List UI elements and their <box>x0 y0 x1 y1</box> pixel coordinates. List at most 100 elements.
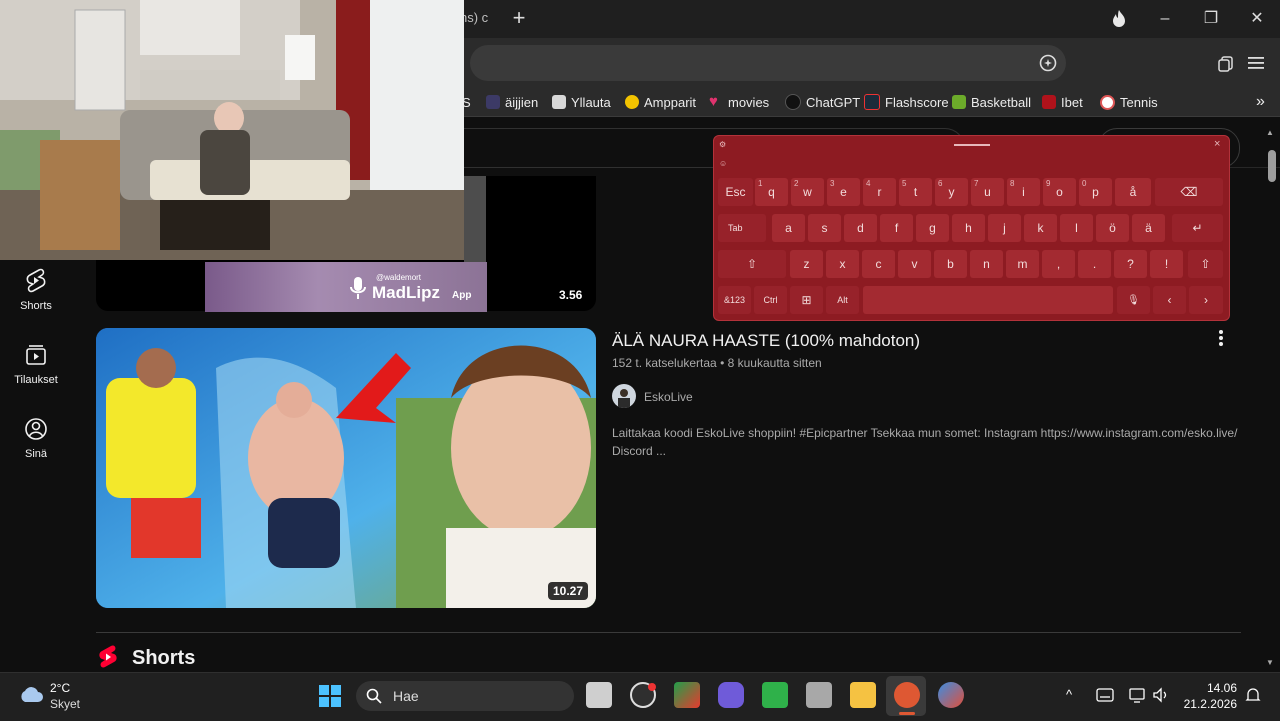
file-explorer-icon[interactable] <box>850 682 876 708</box>
key-a[interactable]: a <box>772 214 805 242</box>
key-windows[interactable]: ⊞ <box>790 286 823 314</box>
key-m[interactable]: m <box>1006 250 1039 278</box>
clock-date[interactable]: 21.2.2026 <box>1180 697 1237 711</box>
key-s[interactable]: s <box>808 214 841 242</box>
video-thumbnail[interactable] <box>96 328 596 608</box>
task-view-icon[interactable] <box>586 682 612 708</box>
emoji-icon[interactable]: ☺ <box>719 159 727 168</box>
browser-app-icon[interactable] <box>938 682 964 708</box>
bookmark-ampparit[interactable]: Ampparit <box>625 94 696 110</box>
start-windows-icon[interactable] <box>318 684 342 708</box>
key-o-umlaut[interactable]: ö <box>1096 214 1129 242</box>
sidebar-item-subscriptions[interactable]: Tilaukset <box>0 342 72 386</box>
key-question[interactable]: ? <box>1114 250 1147 278</box>
restore-button[interactable]: ❐ <box>1196 8 1226 30</box>
keyboard-drag-handle[interactable] <box>954 144 990 146</box>
taskbar-search[interactable] <box>356 681 574 711</box>
scroll-down-arrow[interactable]: ▼ <box>1266 658 1274 667</box>
app-icon-purple[interactable] <box>718 682 744 708</box>
bookmark-tennis[interactable]: Tennis <box>1100 94 1158 110</box>
key-ctrl[interactable]: Ctrl <box>754 286 787 314</box>
key-l[interactable]: l <box>1060 214 1093 242</box>
network-icon[interactable] <box>1128 687 1146 703</box>
sidebar-item-you[interactable]: Sinä <box>0 416 72 460</box>
key-w[interactable]: 2w <box>791 178 824 206</box>
key-n[interactable]: n <box>970 250 1003 278</box>
bookmarks-overflow-button[interactable]: » <box>1256 93 1265 110</box>
key-symbols[interactable]: &123 <box>718 286 751 314</box>
calculator-icon[interactable] <box>806 682 832 708</box>
key-u[interactable]: 7u <box>971 178 1004 206</box>
flame-icon[interactable] <box>1108 8 1130 30</box>
key-v[interactable]: v <box>898 250 931 278</box>
bookmark-flashscore[interactable]: Flashscore <box>864 94 949 110</box>
channel-name[interactable]: EskoLive <box>644 390 693 404</box>
tray-overflow-button[interactable]: ^ <box>1066 687 1072 702</box>
bookmark-ylilauta[interactable]: Yllauta <box>552 94 611 110</box>
key-o[interactable]: 9o <box>1043 178 1076 206</box>
key-left[interactable]: ‹ <box>1153 286 1186 314</box>
bookmark-ibet[interactable]: Ibet <box>1042 94 1083 110</box>
key-period[interactable]: . <box>1078 250 1111 278</box>
key-tab[interactable]: Tab <box>718 214 766 242</box>
new-tab-button[interactable]: + <box>508 6 530 30</box>
bookmark-movies[interactable]: ♥ movies <box>709 94 769 110</box>
app-icon-red-green[interactable] <box>674 682 700 708</box>
key-z[interactable]: z <box>790 250 823 278</box>
key-x[interactable]: x <box>826 250 859 278</box>
weather-condition[interactable]: Skyet <box>50 697 80 711</box>
keyboard-close-button[interactable]: × <box>1214 138 1220 150</box>
sidebar-item-shorts[interactable]: Shorts <box>0 268 72 312</box>
close-window-button[interactable]: ✕ <box>1242 8 1272 30</box>
key-space[interactable] <box>863 286 1113 314</box>
cloud-icon[interactable] <box>17 684 45 704</box>
key-g[interactable]: g <box>916 214 949 242</box>
key-i[interactable]: 8i <box>1007 178 1040 206</box>
app-icon-green-bars[interactable] <box>762 682 788 708</box>
key-p[interactable]: 0p <box>1079 178 1112 206</box>
key-f[interactable]: f <box>880 214 913 242</box>
key-a-umlaut[interactable]: ä <box>1132 214 1165 242</box>
clock-time[interactable]: 14.06 <box>1180 681 1237 695</box>
key-exclamation[interactable]: ! <box>1150 250 1183 278</box>
key-q[interactable]: 1q <box>755 178 788 206</box>
bookmark-chatgpt[interactable]: ChatGPT <box>785 94 860 110</box>
tab-title-fragment[interactable]: ns) c <box>460 10 488 25</box>
key-k[interactable]: k <box>1024 214 1057 242</box>
key-h[interactable]: h <box>952 214 985 242</box>
key-t[interactable]: 5t <box>899 178 932 206</box>
key-shift-right[interactable]: ⇧ <box>1188 250 1223 278</box>
scrollbar-thumb[interactable] <box>1268 150 1276 182</box>
key-comma[interactable]: , <box>1042 250 1075 278</box>
key-alt[interactable]: Alt <box>826 286 859 314</box>
key-d[interactable]: d <box>844 214 877 242</box>
key-mic[interactable]: 🎙 <box>1117 286 1150 314</box>
minimize-button[interactable]: – <box>1150 8 1180 30</box>
key-enter[interactable]: ↵ <box>1172 214 1223 242</box>
key-j[interactable]: j <box>988 214 1021 242</box>
key-shift-left[interactable]: ⇧ <box>718 250 786 278</box>
ai-chat-icon[interactable] <box>1038 53 1058 73</box>
scroll-up-arrow[interactable]: ▲ <box>1266 128 1274 137</box>
menu-icon[interactable] <box>1248 55 1266 71</box>
address-bar[interactable] <box>470 45 1066 81</box>
more-actions-icon[interactable] <box>1214 328 1228 348</box>
volume-icon[interactable] <box>1152 687 1170 703</box>
key-r[interactable]: 4r <box>863 178 896 206</box>
video-title[interactable]: ÄLÄ NAURA HAASTE (100% mahdoton) <box>612 331 920 351</box>
key-a-ring[interactable]: å <box>1115 178 1151 206</box>
keyboard-settings-icon[interactable]: ⚙ <box>719 140 726 149</box>
weather-temperature[interactable]: 2°C <box>50 681 70 695</box>
channel-avatar[interactable] <box>612 384 636 408</box>
bookmark-aijjien[interactable]: äijjien <box>486 94 538 110</box>
keyboard-icon[interactable] <box>1096 688 1114 702</box>
key-backspace[interactable]: ⌫ <box>1155 178 1223 206</box>
collections-icon[interactable] <box>1216 54 1236 74</box>
key-right[interactable]: › <box>1189 286 1223 314</box>
notifications-icon[interactable] <box>1244 686 1262 704</box>
key-y[interactable]: 6y <box>935 178 968 206</box>
key-b[interactable]: b <box>934 250 967 278</box>
key-c[interactable]: c <box>862 250 895 278</box>
key-e[interactable]: 3e <box>827 178 860 206</box>
duckduckgo-icon[interactable] <box>894 682 920 708</box>
